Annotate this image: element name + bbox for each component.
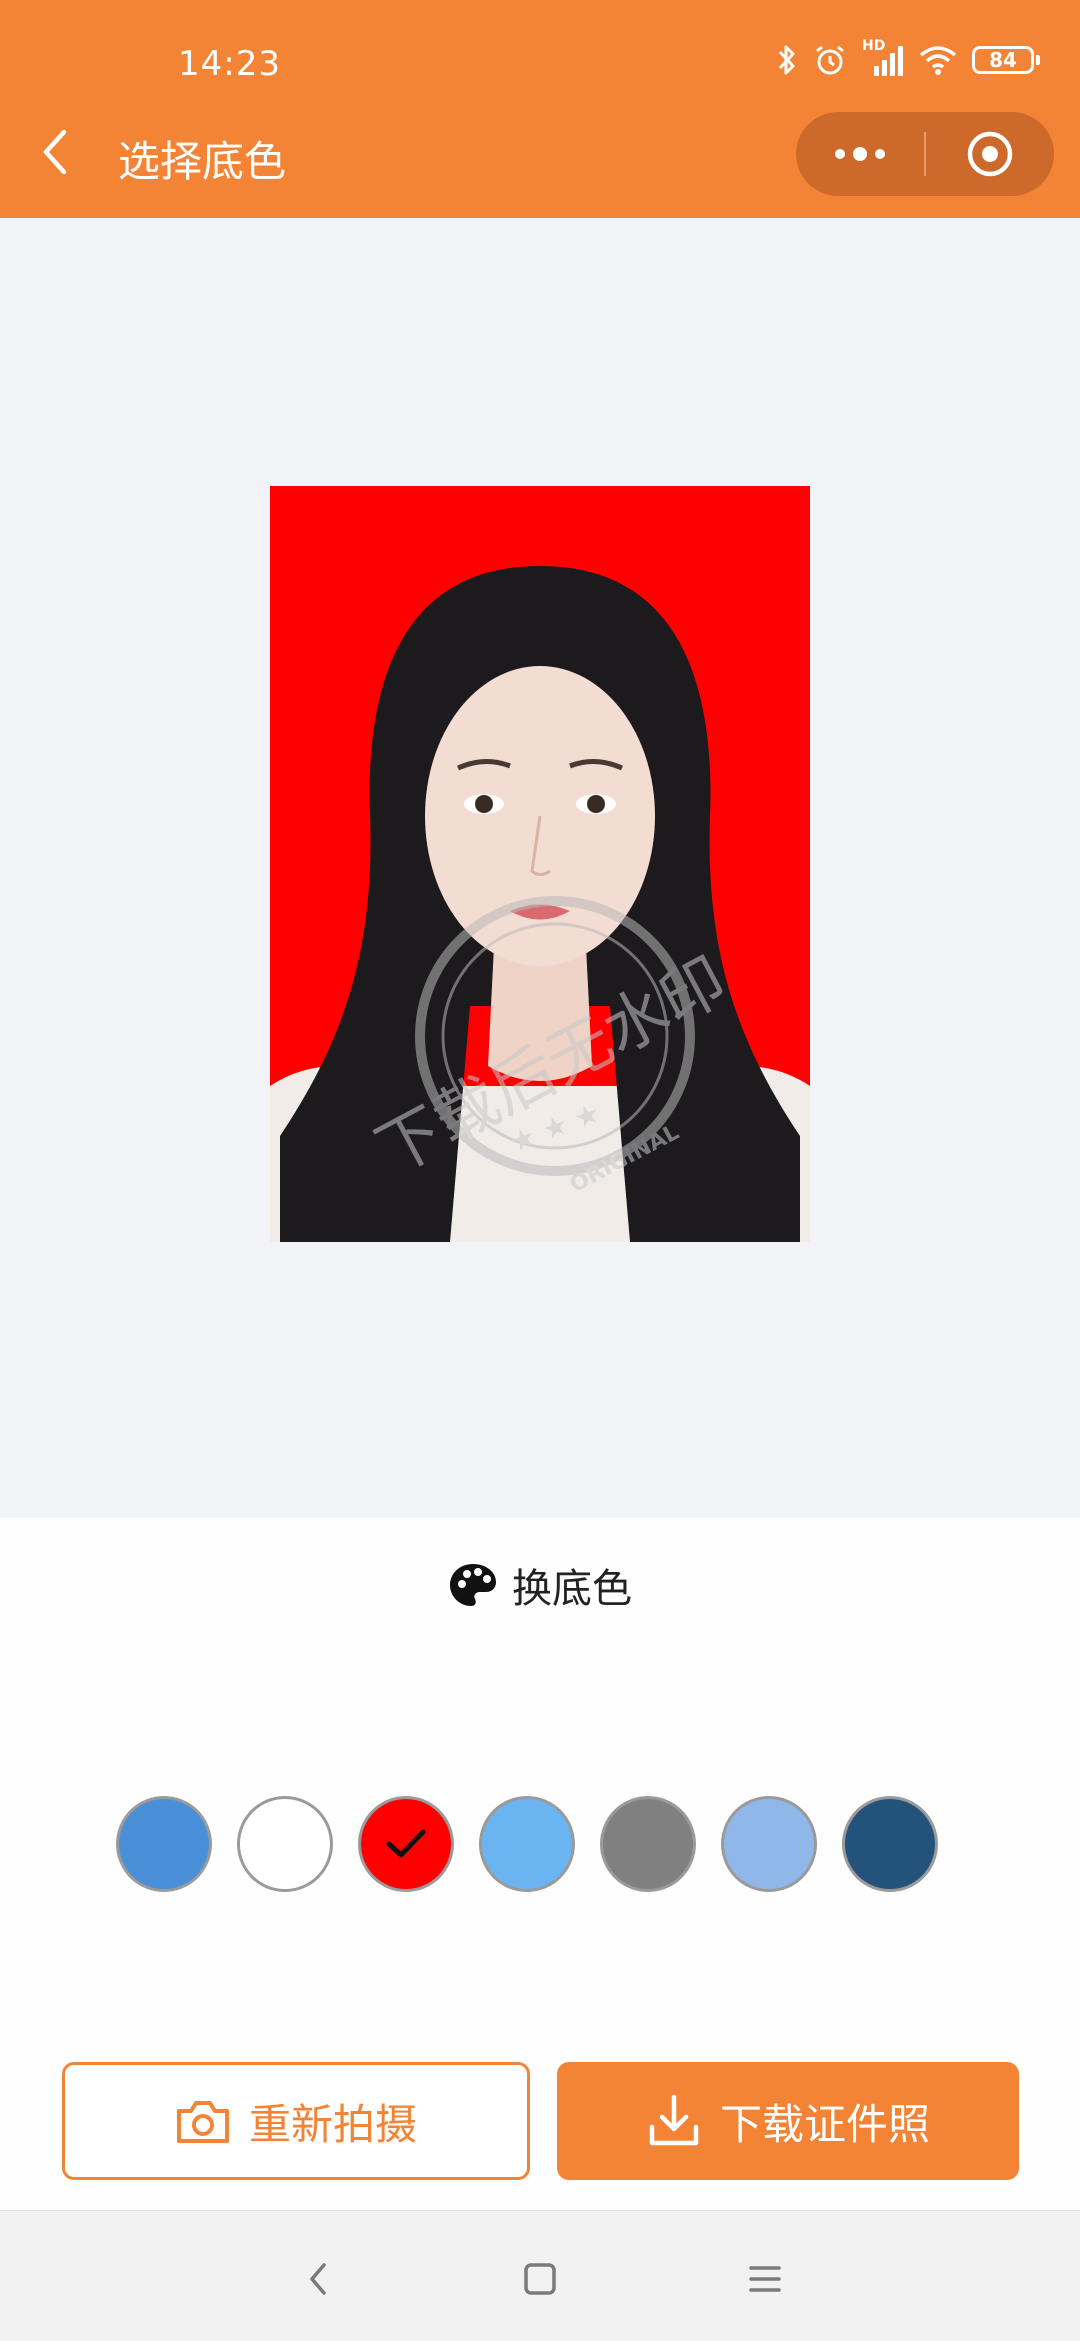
swatch-gray[interactable] — [600, 1796, 696, 1892]
nav-back-button[interactable] — [300, 2259, 340, 2299]
nav-home-icon — [524, 2263, 556, 2295]
chevron-left-icon — [43, 129, 67, 175]
nav-home-button[interactable] — [520, 2259, 560, 2299]
close-mini-program-button[interactable] — [926, 112, 1054, 196]
palette-icon — [450, 1564, 496, 1606]
top-bar: 14:23 HD 84 选择底色 — [0, 0, 1080, 218]
nav-menu-button[interactable] — [745, 2259, 785, 2299]
status-time: 14:23 — [178, 44, 281, 84]
more-dots-icon — [835, 147, 885, 161]
swatch-red[interactable] — [358, 1796, 454, 1892]
nav-back-icon — [310, 2263, 326, 2295]
signal-icon: HD — [862, 38, 904, 78]
download-button[interactable]: 下载证件照 — [557, 2062, 1019, 2180]
alarm-icon — [816, 45, 844, 75]
retake-button[interactable]: 重新拍摄 — [62, 2062, 530, 2180]
battery-level: 84 — [989, 48, 1017, 72]
swatch-blue[interactable] — [116, 1796, 212, 1892]
wifi-icon — [919, 46, 957, 75]
mini-program-capsule — [796, 112, 1054, 196]
nav-menu-icon — [749, 2266, 781, 2292]
change-bg-color-header: 换底色 — [0, 1556, 1080, 1614]
color-swatches — [116, 1796, 946, 1896]
more-button[interactable] — [796, 112, 924, 196]
target-close-icon — [967, 131, 1013, 177]
download-label: 下载证件照 — [719, 2099, 930, 2149]
checkmark-icon — [386, 1829, 426, 1858]
swatch-dark-blue[interactable] — [842, 1796, 938, 1892]
swatch-light-blue[interactable] — [479, 1796, 575, 1892]
swatch-pale-blue[interactable] — [721, 1796, 817, 1892]
bluetooth-icon — [778, 45, 795, 75]
back-button[interactable] — [36, 124, 76, 180]
battery-icon: 84 — [972, 46, 1040, 74]
swatch-white[interactable] — [237, 1796, 333, 1892]
retake-label: 重新拍摄 — [248, 2099, 417, 2149]
id-photo-preview: 下载后无水印 ORIGINAL ★ ★ ★ — [270, 486, 810, 1242]
download-icon — [649, 2094, 699, 2146]
status-icons: HD 84 — [776, 38, 1040, 78]
android-nav-bar — [0, 2210, 1080, 2341]
section-title: 换底色 — [512, 1566, 632, 1612]
page-title: 选择底色 — [118, 137, 287, 186]
camera-icon — [176, 2101, 229, 2143]
